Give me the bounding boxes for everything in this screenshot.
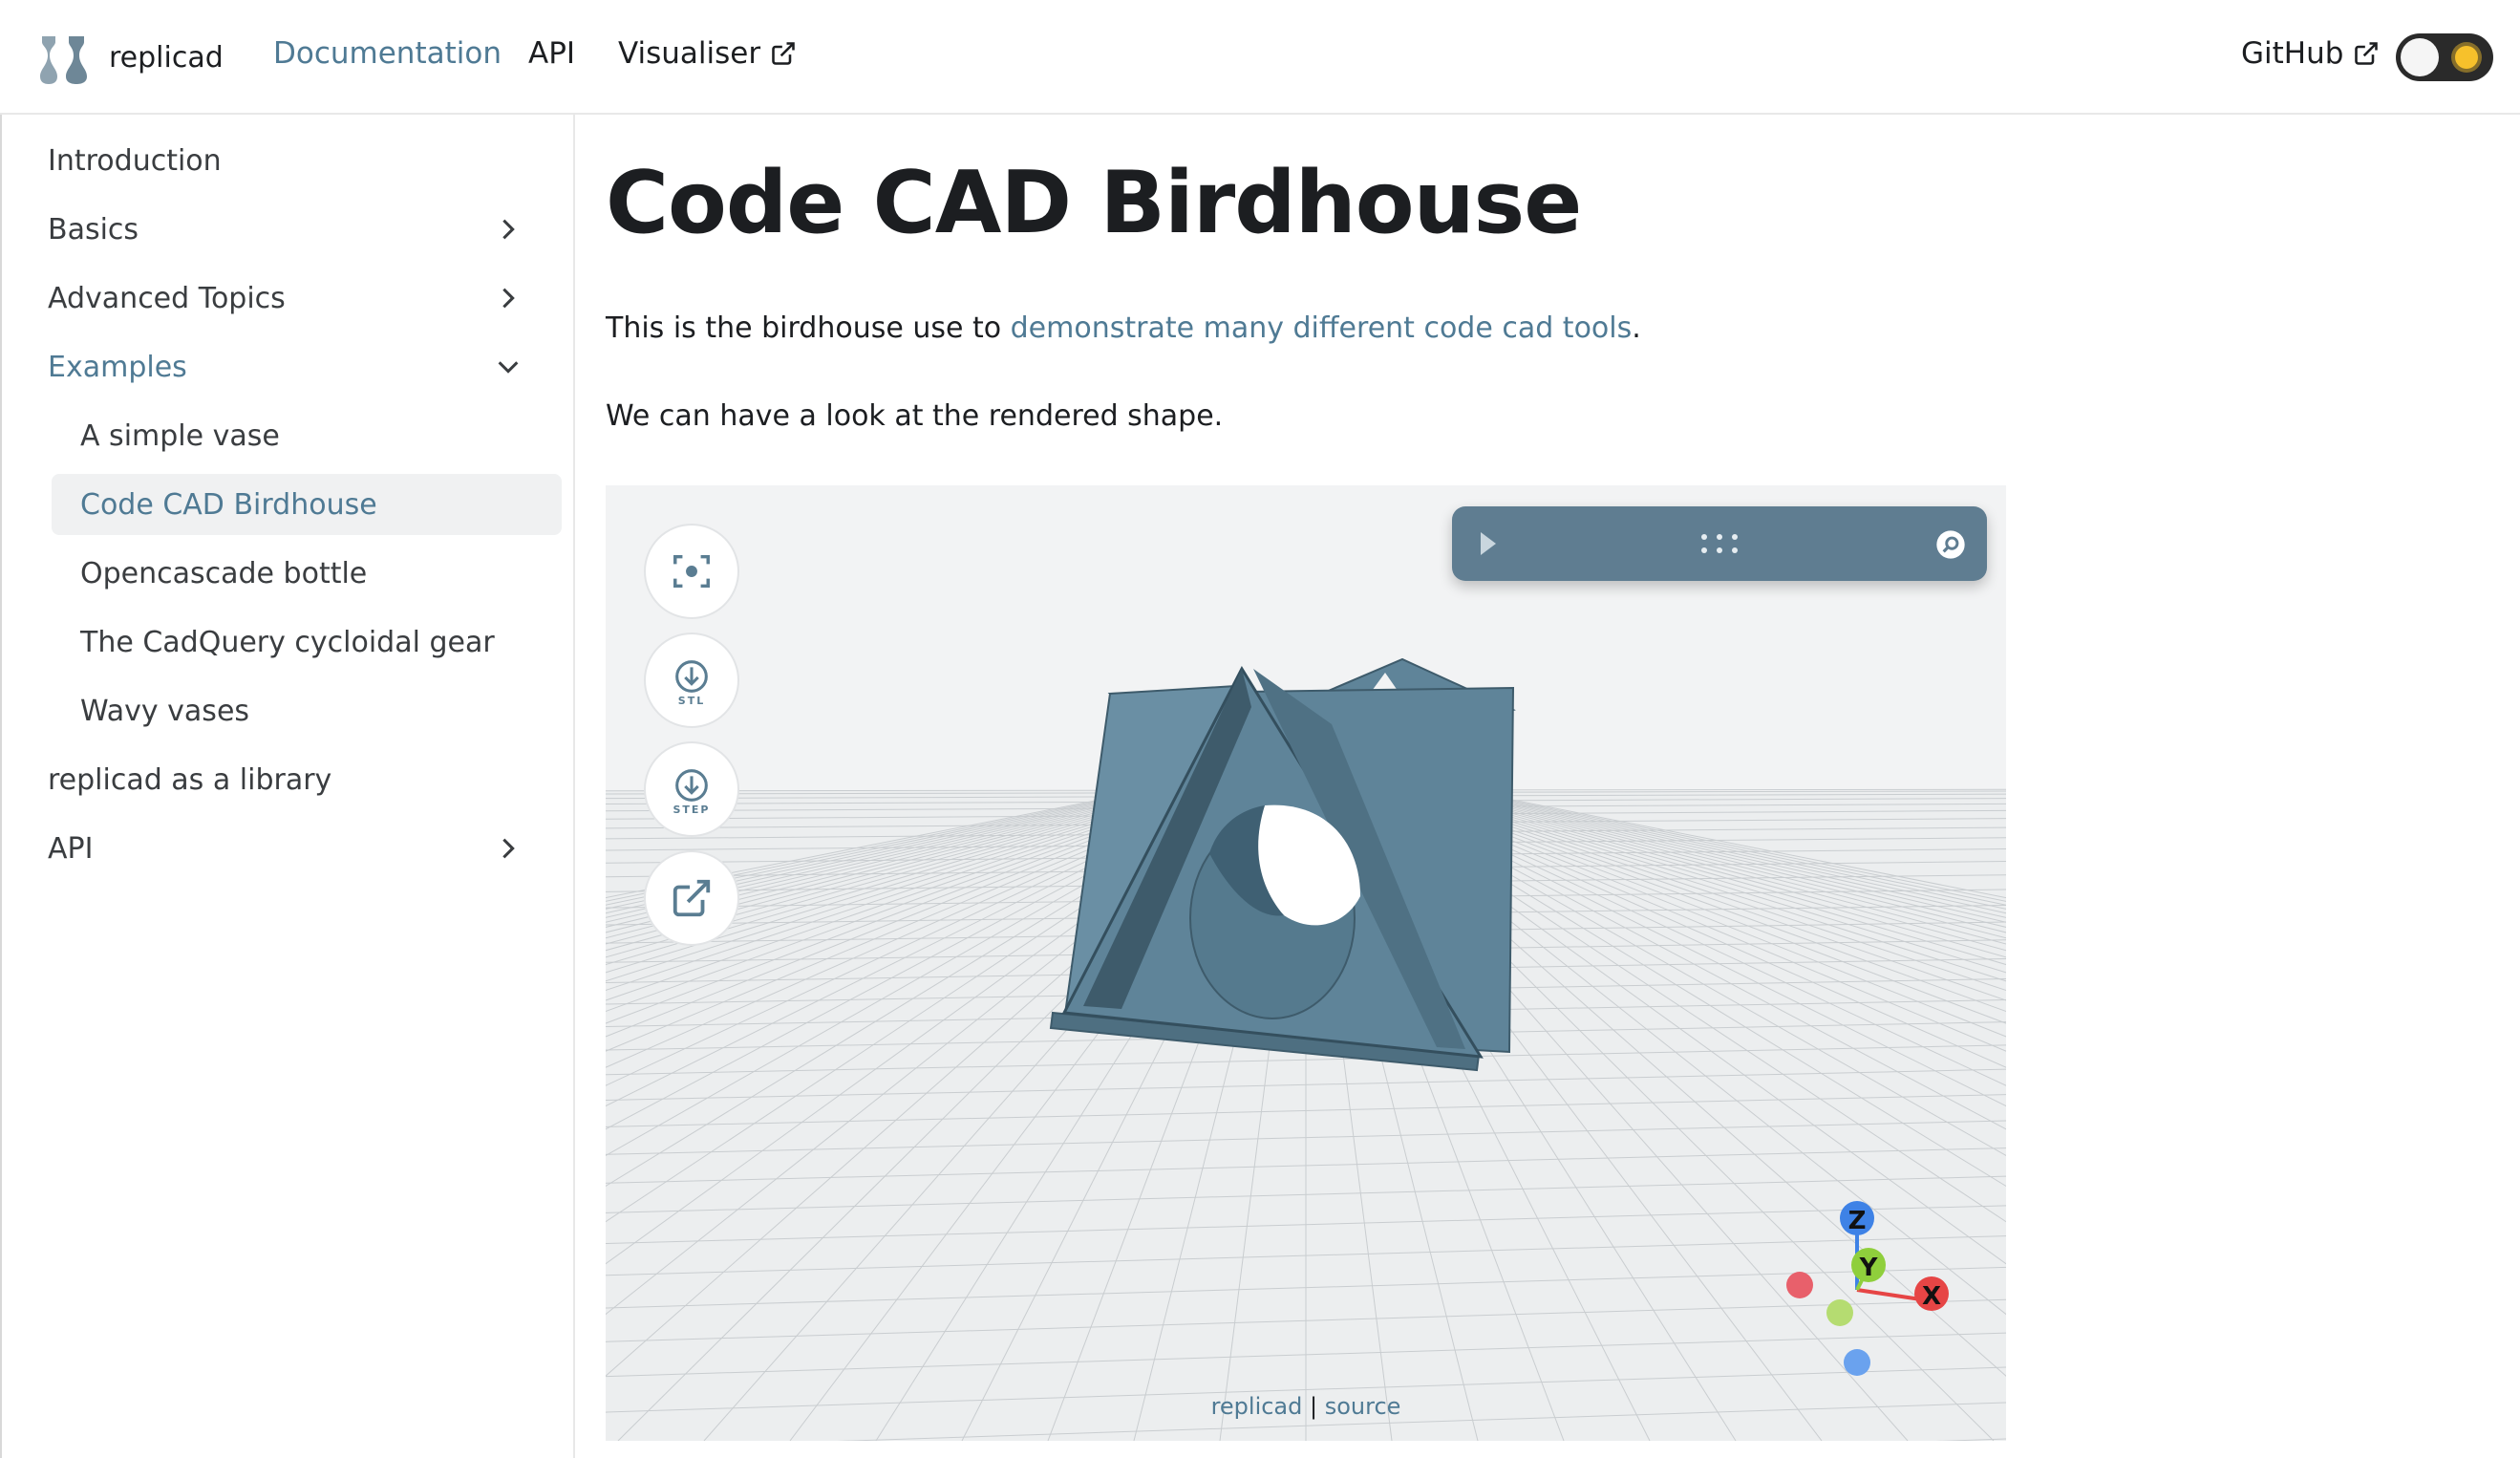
download-step-button[interactable]: STEP bbox=[644, 741, 739, 837]
focus-icon bbox=[673, 554, 710, 589]
axis-neg-x-dot[interactable] bbox=[1786, 1272, 1813, 1298]
sidebar-item-label: Advanced Topics bbox=[48, 281, 286, 315]
sidebar-item-label: API bbox=[48, 831, 94, 866]
toggle-knob bbox=[2401, 38, 2439, 76]
viewer-control-panel[interactable] bbox=[1452, 506, 1987, 581]
intro-text: This is the birdhouse use to bbox=[606, 311, 1011, 345]
main-content: Code CAD Birdhouse This is the birdhouse… bbox=[606, 115, 2520, 1458]
download-stl-button[interactable]: STL bbox=[644, 633, 739, 728]
open-in-visualiser-button[interactable] bbox=[644, 850, 739, 946]
download-icon bbox=[675, 768, 708, 802]
top-navbar: replicad Documentation API Visualiser Gi… bbox=[0, 0, 2520, 115]
source-link[interactable]: source bbox=[1325, 1393, 1401, 1420]
nav-documentation[interactable]: Documentation bbox=[273, 36, 502, 71]
rendered-paragraph: We can have a look at the rendered shape… bbox=[606, 399, 1224, 433]
external-link-icon bbox=[772, 42, 795, 65]
sidebar-item-introduction[interactable]: Introduction bbox=[48, 130, 564, 191]
sidebar-item-label: The CadQuery cycloidal gear bbox=[80, 625, 495, 659]
sidebar-item-code-cad-birdhouse[interactable]: Code CAD Birdhouse bbox=[52, 474, 562, 535]
brand-title: replicad bbox=[109, 40, 224, 75]
step-label: STEP bbox=[673, 803, 711, 816]
axis-x-label: X bbox=[1922, 1282, 1941, 1311]
chevron-down-icon[interactable] bbox=[495, 354, 522, 380]
axis-neg-z-dot[interactable] bbox=[1844, 1349, 1870, 1376]
sidebar-item-simple-vase[interactable]: A simple vase bbox=[52, 405, 562, 466]
sidebar-item-label: replicad as a library bbox=[48, 762, 332, 797]
download-icon bbox=[675, 659, 708, 693]
credit-separator: | bbox=[1302, 1393, 1325, 1420]
docs-sidebar: Introduction Basics Advanced Topics Exam… bbox=[0, 115, 575, 1458]
sidebar-item-wavy-vases[interactable]: Wavy vases bbox=[52, 680, 562, 741]
external-link-icon bbox=[2355, 42, 2379, 65]
cad-viewer[interactable]: Z Y X STL STEP replicad | source bbox=[606, 485, 2006, 1441]
recenter-button[interactable] bbox=[644, 524, 739, 619]
nav-api[interactable]: API bbox=[528, 36, 575, 71]
nav-visualiser-label: Visualiser bbox=[618, 36, 761, 71]
sidebar-item-advanced-topics[interactable]: Advanced Topics bbox=[48, 268, 564, 329]
brand-link[interactable]: replicad bbox=[34, 29, 224, 86]
external-link-icon bbox=[673, 879, 711, 917]
nav-github-label: GitHub bbox=[2241, 36, 2344, 71]
nav-visualiser[interactable]: Visualiser bbox=[618, 36, 797, 71]
expand-arrow-icon[interactable] bbox=[1481, 532, 1496, 555]
sidebar-item-opencascade-bottle[interactable]: Opencascade bottle bbox=[52, 543, 562, 604]
sidebar-item-cycloidal-gear[interactable]: The CadQuery cycloidal gear bbox=[52, 611, 562, 673]
chevron-right-icon[interactable] bbox=[495, 285, 522, 311]
sidebar-item-label: Wavy vases bbox=[80, 694, 250, 728]
vase-logo-icon bbox=[40, 36, 87, 84]
intro-period: . bbox=[1632, 311, 1641, 345]
sidebar-item-label: Basics bbox=[48, 212, 139, 247]
drag-handle-icon[interactable] bbox=[1698, 531, 1741, 556]
chevron-right-icon[interactable] bbox=[495, 216, 522, 243]
replicad-link[interactable]: replicad bbox=[1211, 1393, 1303, 1420]
axis-neg-y-dot[interactable] bbox=[1826, 1299, 1853, 1326]
code-cad-tools-link[interactable]: demonstrate many different code cad tool… bbox=[1011, 311, 1633, 345]
axis-z-label: Z bbox=[1848, 1207, 1867, 1235]
birdhouse-model bbox=[1049, 657, 1516, 1072]
viewer-credit: replicad | source bbox=[606, 1393, 2006, 1420]
sidebar-item-api[interactable]: API bbox=[48, 818, 564, 879]
intro-paragraph: This is the birdhouse use to demonstrate… bbox=[606, 311, 1641, 345]
sidebar-item-examples[interactable]: Examples bbox=[48, 336, 564, 397]
sidebar-item-replicad-library[interactable]: replicad as a library bbox=[48, 749, 564, 810]
page-title: Code CAD Birdhouse bbox=[606, 153, 1582, 253]
sidebar-item-label: A simple vase bbox=[80, 418, 280, 453]
sidebar-item-label: Opencascade bottle bbox=[80, 556, 368, 590]
sidebar-item-label: Code CAD Birdhouse bbox=[80, 487, 377, 522]
sidebar-item-basics[interactable]: Basics bbox=[48, 199, 564, 260]
chevron-right-icon[interactable] bbox=[495, 835, 522, 862]
sun-icon bbox=[2455, 46, 2478, 69]
viewer-scene[interactable]: Z Y X bbox=[606, 485, 2006, 1441]
sidebar-item-label: Introduction bbox=[48, 143, 222, 178]
nav-github[interactable]: GitHub bbox=[2241, 36, 2380, 71]
stl-label: STL bbox=[677, 694, 706, 707]
search-icon[interactable] bbox=[1935, 529, 1966, 560]
sidebar-item-label: Examples bbox=[48, 350, 187, 384]
axis-y-label: Y bbox=[1859, 1254, 1879, 1282]
dark-mode-toggle[interactable] bbox=[2396, 33, 2493, 81]
